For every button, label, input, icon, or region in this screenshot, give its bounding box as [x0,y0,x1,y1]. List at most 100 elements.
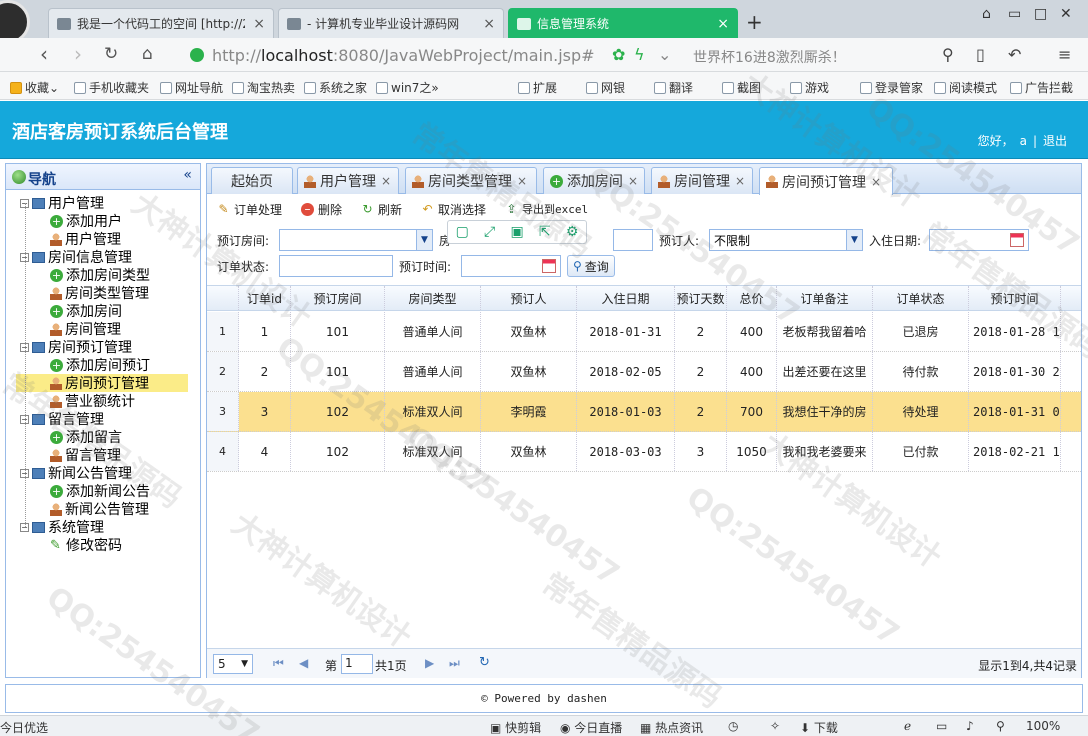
query-button[interactable]: ⚲ 查询 [567,255,615,277]
calendar-icon[interactable] [542,259,556,273]
status-item-clip[interactable]: ▣ 快剪辑 [490,719,541,736]
status-clock-icon[interactable]: ◷ [728,719,738,733]
nav-item[interactable]: 用户管理 [50,230,121,248]
nav-group[interactable]: − 留言管理 [20,410,104,428]
browser-tab-active[interactable]: 信息管理系统 × [508,8,738,38]
table-row[interactable]: 1 1 101 普通单人间 双鱼林 2018-01-31 2 400 老板帮我留着哈 已退房 201… [207,312,1081,352]
close-icon[interactable]: × [735,174,745,188]
grid-header-cell[interactable]: 预订时间 [969,286,1061,310]
back-icon[interactable]: ‹ [40,42,48,66]
nav-item[interactable]: 房间预订管理 [16,374,188,392]
checkin-date-input[interactable] [929,229,1029,251]
status-item-live[interactable]: ◉ 今日直播 [560,719,622,736]
grid-header-cell[interactable]: 订单id [239,286,291,310]
nav-item[interactable]: + 添加用户 [50,212,122,230]
fullscreen-icon[interactable]: ⤢ [484,224,495,240]
news-search-box[interactable]: 世界杯16进8激烈厮杀！ [693,47,846,67]
unselect-button[interactable]: ↶ 取消选择 [421,201,486,218]
grid-header-cell[interactable]: 预订天数 [675,286,727,310]
nav-item[interactable]: 营业额统计 [50,392,135,410]
tab-user-manage[interactable]: 用户管理 × [297,167,399,194]
browser-tab-2[interactable]: - 计算机专业毕业设计源码网 × [278,8,504,38]
booker-select[interactable]: 不限制 ▼ [709,229,863,251]
tool-bank[interactable]: 网银 [586,79,625,96]
tab-roomtype-manage[interactable]: 房间类型管理 × [405,167,537,194]
logout-link[interactable]: 退出 [1043,134,1067,148]
chevron-down-icon[interactable]: ⌄ [658,45,671,64]
booking-time-input[interactable] [461,255,561,277]
refresh-icon[interactable]: ↻ [479,655,490,670]
status-sound-icon[interactable]: ♪ [966,719,974,733]
nav-item[interactable]: ✎ 修改密码 [50,536,122,554]
save-icon[interactable]: ▣ [510,224,523,240]
close-tab-icon[interactable]: × [483,16,495,32]
bookmark-nav[interactable]: 网址导航 [160,79,223,96]
settings-icon[interactable]: ⚙ [566,224,579,240]
collapse-icon[interactable]: « [183,167,192,183]
close-tab-icon[interactable]: × [253,16,265,32]
grid-header-cell[interactable]: 入住日期 [577,286,675,310]
undo-icon[interactable]: ↶ [1008,45,1021,64]
status-ie-icon[interactable]: ℯ [904,719,911,733]
nav-item[interactable]: 房间类型管理 [50,284,149,302]
nav-group[interactable]: − 房间信息管理 [20,248,132,266]
grid-header-cell[interactable]: 订单备注 [777,286,873,310]
prev-page-icon[interactable]: ◀ [299,656,308,670]
nav-item[interactable]: + 添加房间 [50,302,122,320]
last-page-icon[interactable]: ⏭ [449,656,460,671]
close-window-icon[interactable]: ✕ [1060,6,1072,22]
export-excel-button[interactable]: ⇪ 导出到excel [505,201,588,217]
chevron-down-icon[interactable]: ▼ [416,230,432,250]
process-order-button[interactable]: ✎ 订单处理 [217,201,282,218]
grid-header-cell[interactable]: 总价 [727,286,777,310]
lightning-icon[interactable]: ϟ [634,45,645,64]
table-row[interactable]: 2 2 101 普通单人间 双鱼林 2018-02-05 2 400 出差还要在这里 待付款 201… [207,352,1081,392]
skin-icon[interactable]: ⌂ [982,6,991,22]
close-icon[interactable]: × [381,174,391,188]
grid-header-cell[interactable]: 预订房间 [291,286,385,310]
reload-icon[interactable]: ↻ [104,44,118,64]
tab-room-manage[interactable]: 房间管理 × [651,167,753,194]
close-icon[interactable]: × [628,174,638,188]
nav-item[interactable]: 新闻公告管理 [50,500,149,518]
menu-icon[interactable]: ≡ [1058,45,1071,64]
tool-games[interactable]: 游戏 [790,79,829,96]
nav-group[interactable]: − 新闻公告管理 [20,464,132,482]
bookmark-favorites[interactable]: 收藏 ⌄ [10,79,59,96]
home-icon[interactable]: ⌂ [142,44,153,64]
table-row[interactable]: 4 4 102 标准双人间 双鱼林 2018-03-03 3 1050 我和我老婆要来 已付款 20… [207,432,1081,472]
grid-header-cell[interactable]: 订单状态 [873,286,969,310]
copy-icon[interactable]: ▢ [456,224,469,240]
speed-icon[interactable]: ✿ [612,45,625,64]
chevron-down-icon[interactable]: ▼ [846,230,862,250]
bookmark-xitong[interactable]: 系统之家 [304,79,367,96]
table-row[interactable]: 3 3 102 标准双人间 李明霞 2018-01-03 2 700 我想住干净的房 待处理 201… [207,392,1081,432]
nav-item[interactable]: + 添加新闻公告 [50,482,150,500]
forward-icon[interactable]: › [74,42,82,66]
status-tools-icon[interactable]: ✧ [770,719,780,733]
grid-header-cell[interactable]: 预订人 [481,286,577,310]
search-icon[interactable]: ⚲ [942,45,954,64]
refresh-button[interactable]: ↻ 刷新 [361,201,402,218]
delete-button[interactable]: – 删除 [301,201,342,218]
tool-screenshot[interactable]: 截图 [722,79,761,96]
tool-login-manager[interactable]: 登录管家 [860,79,923,96]
daily-picks[interactable]: 今日优选 [0,719,48,736]
tab-booking-manage[interactable]: 房间预订管理 × [759,167,893,195]
new-tab-button[interactable]: + [746,10,763,34]
tool-translate[interactable]: 翻译 [654,79,693,96]
status-item-news[interactable]: ▦ 热点资讯 [640,719,703,736]
tab-home[interactable]: 起始页 [211,167,293,194]
nav-item[interactable]: + 添加房间类型 [50,266,150,284]
tool-adblock[interactable]: 广告拦截 [1010,79,1073,96]
next-page-icon[interactable]: ▶ [425,656,434,670]
calendar-icon[interactable] [1010,233,1024,247]
tool-extensions[interactable]: 扩展 [518,79,557,96]
restore-icon[interactable]: ▭ [1008,6,1021,22]
tab-add-room[interactable]: + 添加房间 × [543,167,645,194]
close-tab-icon[interactable]: × [717,16,729,32]
nav-item[interactable]: 留言管理 [50,446,121,464]
room-select[interactable]: ▼ [279,229,433,251]
bookmark-icon[interactable]: ▯ [976,45,985,64]
page-number-input[interactable]: 1 [341,654,373,674]
